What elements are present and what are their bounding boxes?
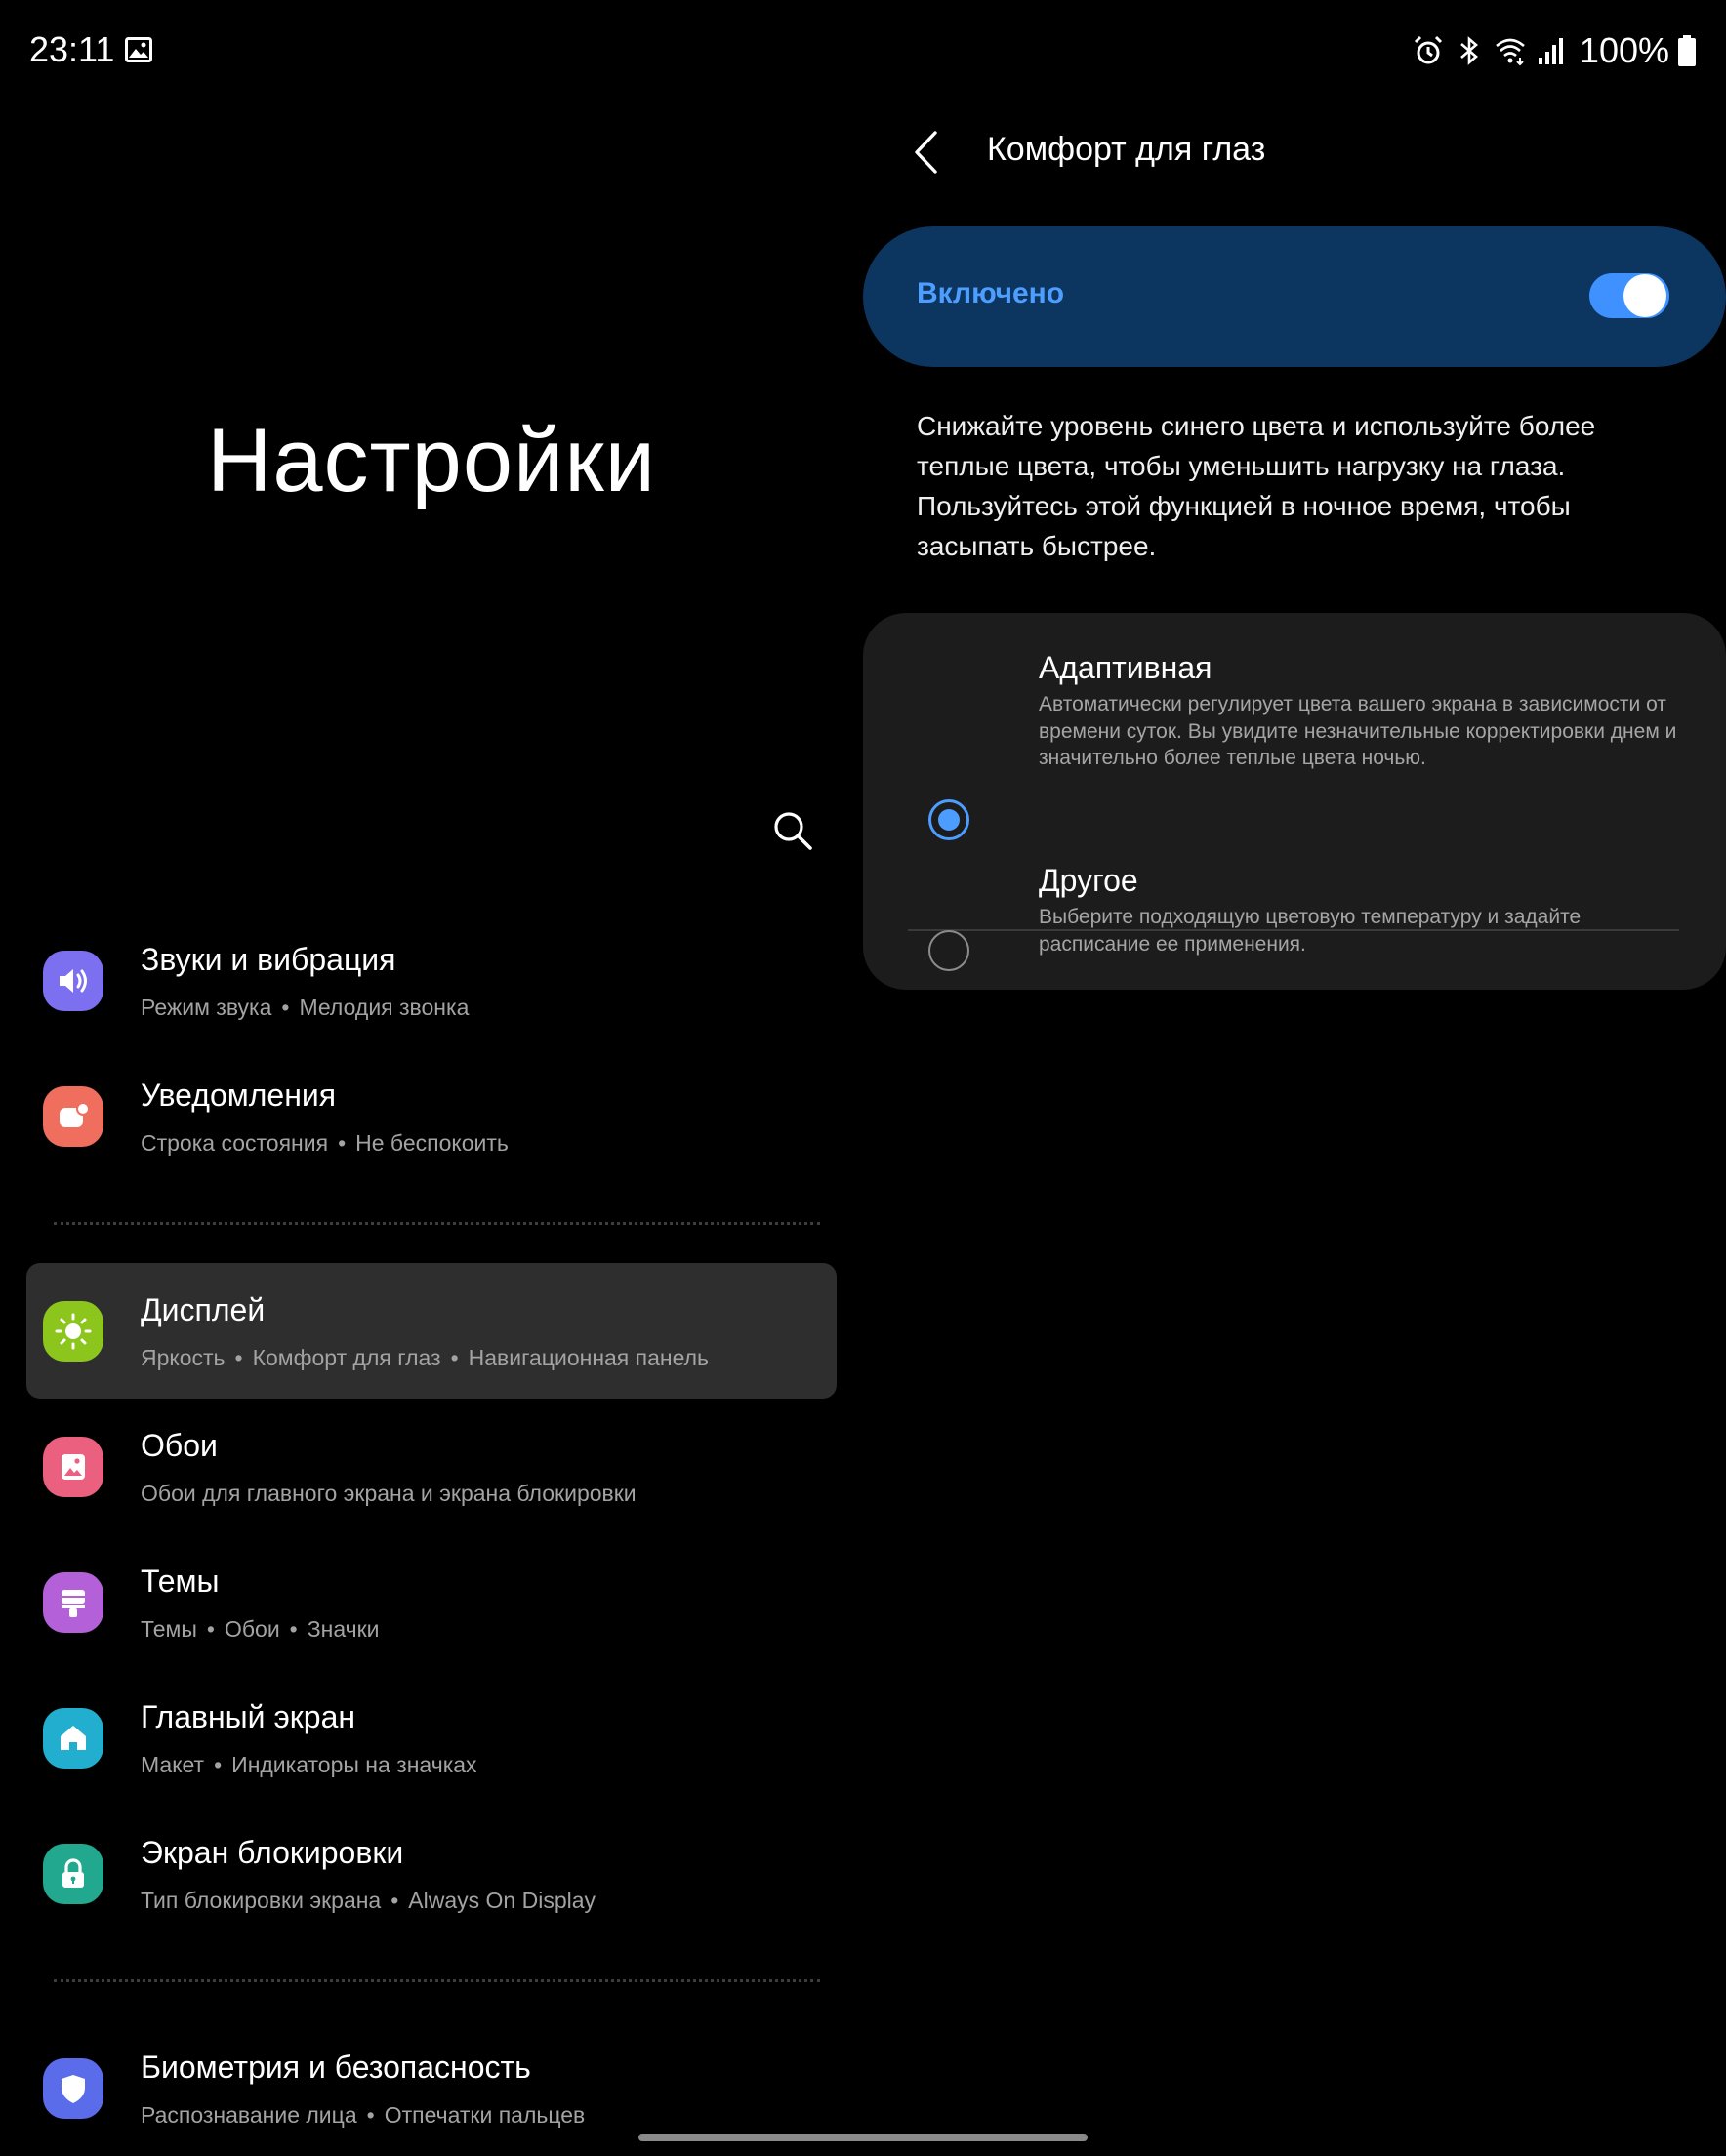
page-title: Настройки	[206, 411, 657, 510]
settings-item-sounds[interactable]: Звуки и вибрация Режим звука • Мелодия зво…	[26, 913, 837, 1048]
settings-pane: Настройки Звуки и вибрация Режим звука • М…	[0, 102, 863, 2155]
option-title: Другое	[1039, 863, 1138, 898]
status-bar: 23:11 100%	[0, 0, 1726, 102]
themes-icon	[43, 1572, 103, 1633]
alarm-icon	[1414, 35, 1442, 64]
chevron-left-icon	[915, 131, 937, 174]
settings-item-title: Экран блокировки	[141, 1835, 404, 1870]
search-button[interactable]	[767, 805, 818, 856]
settings-item-title: Звуки и вибрация	[141, 942, 396, 977]
lock-icon	[43, 1844, 103, 1904]
option-description: Выберите подходящую цветовую температуру…	[1039, 906, 1582, 956]
home-icon	[43, 1708, 103, 1769]
feature-description: Снижайте уровень синего цвета и использу…	[917, 411, 1596, 561]
notification-icon	[43, 1086, 103, 1147]
settings-item-lock-screen[interactable]: Экран блокировки Тип блокировки экрана • A…	[26, 1806, 837, 1941]
bluetooth-icon	[1460, 36, 1478, 65]
section-divider	[54, 1222, 820, 1225]
settings-item-themes[interactable]: Темы Темы • Обои • Значки	[26, 1534, 837, 1670]
battery-percent: 100%	[1579, 30, 1669, 70]
status-time: 23:11	[29, 29, 115, 69]
wifi-icon	[1496, 38, 1525, 66]
eye-comfort-pane: Комфорт для глаз Включено Снижайте урове…	[863, 102, 1726, 2155]
settings-item-subtitle: Режим звука • Мелодия звонка	[141, 995, 470, 1020]
brightness-icon	[43, 1301, 103, 1362]
option-title: Адаптивная	[1039, 650, 1212, 685]
settings-item-title: Биометрия и безопасность	[141, 2050, 531, 2085]
radio-adaptive[interactable]	[928, 799, 969, 840]
settings-item-title: Дисплей	[141, 1292, 266, 1327]
option-description: Автоматически регулирует цвета вашего эк…	[1039, 693, 1677, 769]
master-switch-label: Включено	[917, 277, 1065, 309]
settings-item-subtitle: Макет • Индикаторы на значках	[141, 1752, 477, 1777]
option-adaptive[interactable]: Адаптивная Автоматически регулирует цвет…	[863, 613, 1726, 929]
radio-custom[interactable]	[928, 930, 969, 971]
settings-item-subtitle: Темы • Обои • Значки	[141, 1616, 380, 1642]
home-indicator[interactable]	[638, 2134, 1088, 2141]
signal-icon	[1538, 38, 1563, 64]
toggle-knob	[1623, 274, 1666, 317]
settings-item-title: Темы	[141, 1564, 220, 1599]
section-divider	[54, 1979, 820, 1982]
settings-item-subtitle: Тип блокировки экрана • Always On Display	[141, 1888, 596, 1913]
settings-item-title: Главный экран	[141, 1699, 356, 1734]
settings-item-wallpaper[interactable]: Обои Обои для главного экрана и экрана б…	[26, 1399, 837, 1534]
status-icons: 100%	[1412, 29, 1697, 72]
option-custom[interactable]	[863, 930, 1726, 1107]
search-icon	[774, 812, 812, 850]
master-switch-bar[interactable]: Включено	[863, 226, 1726, 367]
volume-icon	[43, 951, 103, 1011]
settings-item-display[interactable]: Дисплей Яркость • Комфорт для глаз • Навигац…	[26, 1263, 837, 1399]
settings-item-notifications[interactable]: Уведомления Строка состояния • Не беспокои…	[26, 1048, 837, 1184]
settings-item-subtitle: Распознавание лица • Отпечатки пальцев	[141, 2102, 586, 2128]
wallpaper-icon	[43, 1437, 103, 1497]
detail-title: Комфорт для глаз	[987, 131, 1266, 168]
settings-item-title: Уведомления	[141, 1078, 337, 1113]
settings-item-subtitle: Строка состояния • Не беспокоить	[141, 1130, 509, 1156]
gallery-icon	[125, 37, 152, 62]
settings-item-home-screen[interactable]: Главный экран Макет • Индикаторы на значка…	[26, 1670, 837, 1806]
settings-item-title: Обои	[141, 1428, 218, 1463]
battery-icon	[1678, 35, 1696, 66]
settings-item-subtitle: Яркость • Комфорт для глаз • Навигационная п…	[141, 1345, 710, 1370]
settings-item-subtitle: Обои для главного экрана и экрана блокир…	[141, 1481, 637, 1506]
back-button[interactable]	[906, 123, 945, 182]
master-toggle[interactable]	[1589, 273, 1669, 318]
radio-dot	[938, 809, 960, 831]
shield-icon	[43, 2058, 103, 2119]
